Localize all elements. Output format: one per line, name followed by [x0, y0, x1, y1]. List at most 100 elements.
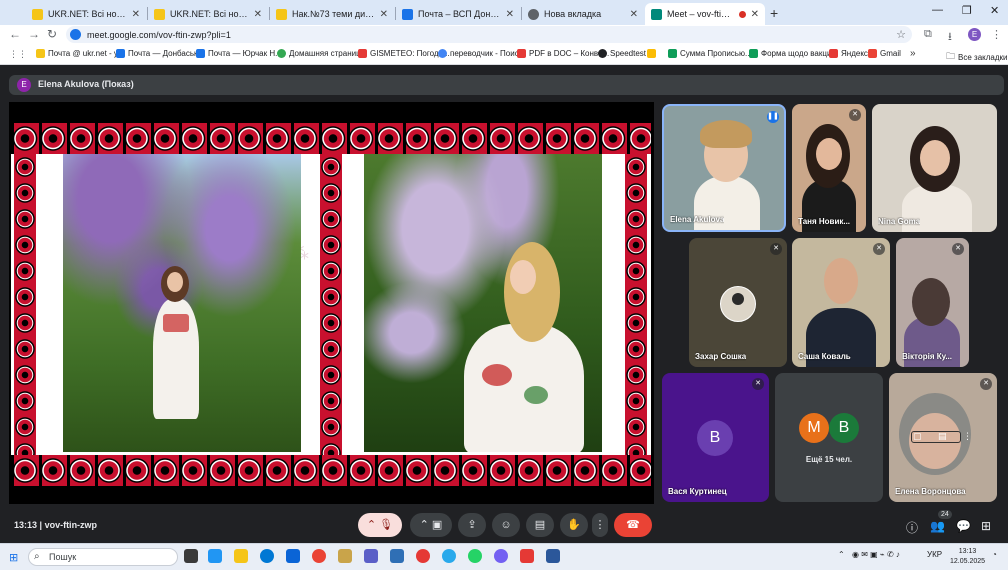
- hair: [504, 242, 560, 342]
- presenter-name: Elena Akulova (Показ): [38, 79, 134, 89]
- caption-icon[interactable]: ▤: [938, 431, 947, 442]
- new-tab-button[interactable]: +: [770, 5, 778, 21]
- back-button[interactable]: ←: [9, 27, 21, 41]
- tab-nakaz[interactable]: Нак.№73 теми дипл. проектів ✕: [270, 3, 394, 25]
- mic-off-icon: ✕: [770, 243, 782, 255]
- participant-tile[interactable]: ❚❚ Elena Akulova: [662, 104, 786, 232]
- show-hidden-icons[interactable]: ⌃: [838, 550, 845, 559]
- tab-title: UKR.NET: Всі новини України,: [48, 9, 127, 19]
- raise-hand-button[interactable]: ✋: [560, 513, 588, 537]
- restore-button[interactable]: ❐: [962, 4, 972, 17]
- bookmark-item[interactable]: Gmail: [868, 49, 901, 58]
- presentation-stage[interactable]: ⁂: [9, 102, 654, 504]
- telegram-icon[interactable]: [442, 549, 456, 563]
- tab-mail[interactable]: Почта – ВСП Донбаський агр ✕: [396, 3, 520, 25]
- viber-icon[interactable]: [494, 549, 508, 563]
- menu-icon[interactable]: ⋮: [991, 28, 1002, 41]
- bookmark-item[interactable]: Speedtest: [598, 49, 646, 58]
- outlook-icon[interactable]: [286, 549, 300, 563]
- chat-icon[interactable]: 💬: [956, 519, 971, 533]
- forward-button[interactable]: →: [28, 27, 40, 41]
- bookmark-star-icon[interactable]: ☆: [896, 28, 906, 41]
- participant-tile[interactable]: ✕ Таня Новик...: [792, 104, 866, 232]
- close-icon[interactable]: ✕: [132, 9, 140, 20]
- windows-start-icon[interactable]: ⊞: [9, 551, 18, 564]
- more-bookmarks-icon[interactable]: »: [910, 48, 916, 59]
- bookmark-item[interactable]: Сумма Прописью...: [668, 49, 752, 58]
- captions-button[interactable]: ▤: [526, 513, 554, 537]
- bookmark-item[interactable]: GISMETEO: Погода...: [358, 49, 450, 58]
- leave-call-button[interactable]: ☎: [614, 513, 652, 537]
- more-participants-tile[interactable]: M B Ещё 15 чел.: [775, 373, 883, 502]
- tab-ukrnet-1[interactable]: UKR.NET: Всі новини України, ✕: [26, 3, 146, 25]
- extensions-icon[interactable]: ⧉: [924, 28, 932, 41]
- bookmark-item[interactable]: Почта — Донбаськ...: [116, 49, 204, 58]
- task-view-icon[interactable]: [184, 549, 198, 563]
- microphone-toggle-button[interactable]: ⌃ 🎙: [358, 513, 402, 537]
- edge-icon[interactable]: [260, 549, 274, 563]
- close-icon[interactable]: ✕: [506, 9, 514, 20]
- chrome-icon[interactable]: [312, 549, 326, 563]
- reload-button[interactable]: ↻: [47, 27, 57, 41]
- notifications-icon[interactable]: ◔: [992, 550, 997, 559]
- reactions-button[interactable]: ☺: [492, 513, 520, 537]
- close-icon[interactable]: ✕: [630, 9, 638, 20]
- tab-meet[interactable]: Meet – vov-ftin-zwp ✕: [645, 3, 765, 25]
- more-participants-label: Ещё 15 чел.: [805, 455, 853, 464]
- mic-off-icon: ✕: [873, 243, 885, 255]
- tray-icons[interactable]: ◉ ✉ ▣ ⌁ ✆ ♪: [852, 550, 900, 559]
- participant-tile[interactable]: ✕ Саша Коваль: [792, 238, 890, 367]
- participant-tile[interactable]: ✕ Захар Сошка: [689, 238, 787, 367]
- opera-icon[interactable]: [416, 549, 430, 563]
- meeting-info-icon[interactable]: ⓘ: [906, 519, 918, 536]
- participant-name: Nina Goma: [878, 217, 921, 226]
- taskbar-search[interactable]: ⌕ Пошук: [28, 548, 178, 566]
- more-options-button[interactable]: ⋮: [592, 513, 608, 537]
- whatsapp-icon[interactable]: [468, 549, 482, 563]
- app-icon[interactable]: [520, 549, 534, 563]
- bookmark-item[interactable]: Форма щодо вакци...: [749, 49, 838, 58]
- bookmark-item[interactable]: PDF в DOC – Конве...: [517, 49, 609, 58]
- bookmark-item[interactable]: переводчик - Поис...: [438, 49, 525, 58]
- avatar: B: [697, 420, 733, 456]
- activities-icon[interactable]: ⊞: [981, 519, 991, 533]
- profile-avatar[interactable]: E: [968, 28, 981, 41]
- file-explorer-icon[interactable]: [234, 549, 248, 563]
- bookmark-item[interactable]: [647, 49, 659, 58]
- calculator-icon[interactable]: [390, 549, 404, 563]
- people-icon[interactable]: 👥: [930, 519, 945, 533]
- tab-new[interactable]: Нова вкладка ✕: [522, 3, 644, 25]
- participant-tile[interactable]: B ✕ Вася Куртинец: [662, 373, 769, 502]
- participant-tile[interactable]: Nina Goma: [872, 104, 997, 232]
- close-icon[interactable]: ✕: [254, 9, 262, 20]
- bookmark-item[interactable]: Почта — Юрчак Н...: [196, 49, 282, 58]
- site-info-icon[interactable]: [70, 29, 81, 40]
- all-bookmarks-folder[interactable]: 🗀 Все закладки: [946, 49, 1007, 65]
- language-indicator[interactable]: УКР: [927, 550, 942, 559]
- pin-icon[interactable]: ▢: [913, 431, 922, 442]
- close-icon[interactable]: ✕: [751, 9, 759, 20]
- system-clock[interactable]: 13:13 12.05.2025: [950, 547, 985, 567]
- app-icon[interactable]: [338, 549, 352, 563]
- apps-icon[interactable]: ⋮⋮: [9, 49, 27, 60]
- more-options-icon[interactable]: ⋮: [963, 431, 972, 442]
- widgets-icon[interactable]: [208, 549, 222, 563]
- camera-toggle-button[interactable]: ⌃ ▣: [410, 513, 452, 537]
- close-icon[interactable]: ✕: [380, 9, 388, 20]
- participant-tile[interactable]: ✕ Вікторія Ку...: [896, 238, 969, 367]
- bookmark-item[interactable]: Почта @ ukr.net - у...: [36, 49, 124, 58]
- address-bar[interactable]: meet.google.com/vov-ftin-zwp?pli=1 ☆: [66, 26, 912, 43]
- presenter-avatar: E: [17, 78, 31, 92]
- minimize-button[interactable]: —: [932, 4, 943, 16]
- present-screen-button[interactable]: ⇪: [458, 513, 486, 537]
- close-window-button[interactable]: ✕: [990, 4, 999, 17]
- word-icon[interactable]: [546, 549, 560, 563]
- embroidery-border-right: [625, 154, 647, 455]
- teams-icon[interactable]: [364, 549, 378, 563]
- tab-ukrnet-2[interactable]: UKR.NET: Всі новини України, ✕: [148, 3, 268, 25]
- participant-tile[interactable]: ✕ ▢ ▤ ⋮ Елена Воронцова: [889, 373, 997, 502]
- lilac-photo-right: [364, 154, 602, 452]
- bookmark-item[interactable]: Домашняя страниц...: [277, 49, 367, 58]
- bookmark-item[interactable]: Яндекс: [829, 49, 868, 58]
- mic-off-icon: ✕: [752, 378, 764, 390]
